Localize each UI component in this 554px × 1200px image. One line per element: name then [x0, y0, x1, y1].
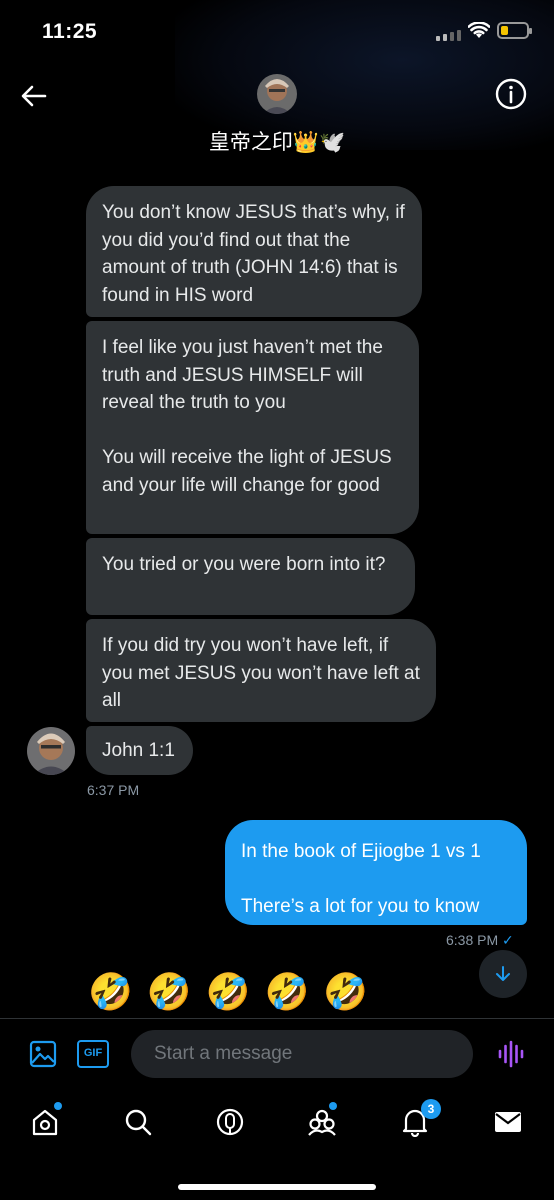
- back-button[interactable]: [16, 78, 52, 114]
- message-bubble-sent[interactable]: In the book of Ejiogbe 1 vs 1 There’s a …: [225, 820, 527, 925]
- message-bubble-received[interactable]: John 1:1: [86, 726, 193, 775]
- sender-avatar[interactable]: [27, 727, 75, 775]
- tab-messages[interactable]: [486, 1100, 530, 1144]
- communities-icon: [308, 1109, 336, 1136]
- wifi-icon: [467, 21, 491, 44]
- gif-button[interactable]: GIF: [77, 1040, 109, 1068]
- arrow-down-icon: [496, 966, 510, 981]
- emoji-message[interactable]: 🤣🤣🤣🤣🤣: [88, 971, 382, 1013]
- message-bubble-received[interactable]: I feel like you just haven’t met the tru…: [86, 321, 419, 534]
- spaces-icon: [216, 1108, 244, 1136]
- message-timestamp: 6:37 PM: [87, 782, 140, 798]
- image-icon: [29, 1040, 57, 1068]
- arrow-left-icon: [21, 85, 47, 107]
- info-icon: [495, 78, 527, 110]
- message-input[interactable]: Start a message: [131, 1030, 473, 1078]
- home-icon: [32, 1109, 58, 1136]
- communities-notification-dot: [329, 1102, 337, 1110]
- home-indicator: [178, 1184, 376, 1190]
- home-notification-dot: [54, 1102, 62, 1110]
- tab-spaces[interactable]: [208, 1100, 252, 1144]
- info-button[interactable]: [494, 77, 528, 111]
- message-timestamp: 6:38 PM ✓: [446, 932, 514, 948]
- message-bubble-received[interactable]: You don’t know JESUS that’s why, if you …: [86, 186, 422, 317]
- status-time: 11:25: [42, 20, 98, 43]
- tab-search[interactable]: [116, 1100, 160, 1144]
- tab-communities[interactable]: [300, 1100, 344, 1144]
- voice-message-button[interactable]: [497, 1040, 525, 1073]
- envelope-icon: [495, 1112, 521, 1132]
- sent-check-icon: ✓: [502, 932, 514, 948]
- scroll-to-bottom-button[interactable]: [479, 950, 527, 998]
- battery-icon: [497, 22, 532, 39]
- image-button[interactable]: [29, 1040, 57, 1073]
- cellular-signal-icon: [436, 30, 461, 41]
- message-bubble-received[interactable]: You tried or you were born into it?: [86, 538, 415, 615]
- search-icon: [125, 1109, 152, 1136]
- conversation-title[interactable]: 皇帝之印👑🕊️: [0, 126, 554, 156]
- header-avatar[interactable]: [257, 74, 297, 114]
- message-bubble-received[interactable]: If you did try you won’t have left, if y…: [86, 619, 436, 722]
- notifications-badge: 3: [421, 1099, 441, 1119]
- voice-waveform-icon: [498, 1040, 524, 1068]
